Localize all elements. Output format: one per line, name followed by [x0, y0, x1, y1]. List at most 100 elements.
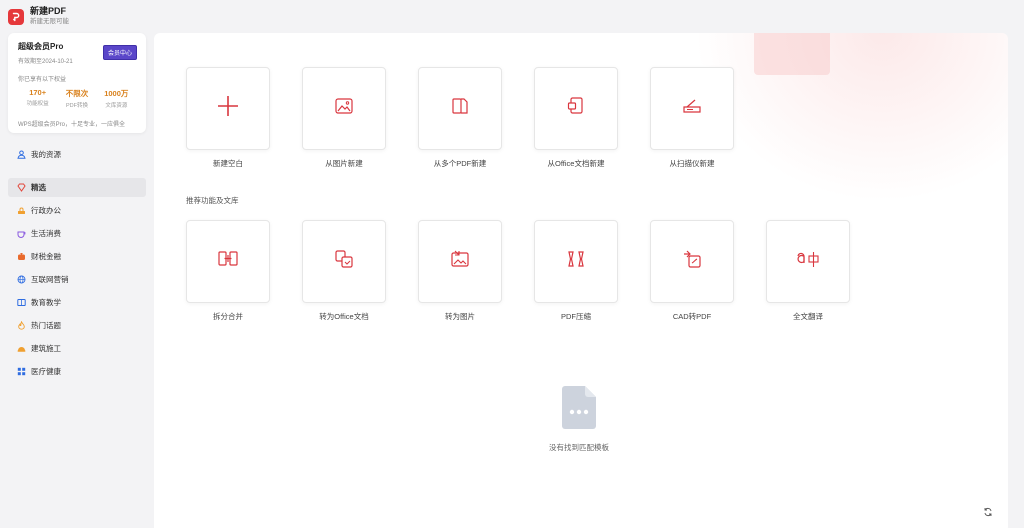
- tile-from-office[interactable]: 从Office文档新建: [534, 67, 618, 169]
- tile-button[interactable]: [534, 220, 618, 303]
- feature-tiles: 拆分合并 转为Office文档 转为图片 PDF压缩 CAD转PDF 全文翻译: [186, 220, 882, 322]
- tile-button[interactable]: [302, 220, 386, 303]
- multi-pdf-icon: [450, 96, 470, 121]
- tile-label: CAD转PDF: [672, 312, 712, 321]
- tile-button[interactable]: [650, 220, 734, 303]
- helmet-icon: [17, 344, 26, 353]
- refresh-icon: [983, 504, 993, 522]
- tile-to-office[interactable]: 转为Office文档: [302, 220, 386, 322]
- app-logo: [8, 9, 24, 25]
- split-merge-icon: [217, 249, 239, 274]
- app-title: 新建PDF: [30, 6, 67, 16]
- member-stats: 170+ 功能权益 不限次 PDF转换 1000万 文库资源: [18, 88, 136, 109]
- empty-state-text: 没有找到匹配模板: [549, 443, 609, 452]
- tile-button[interactable]: [302, 67, 386, 150]
- main-panel: 新建空白 从图片新建 从多个PDF新建 从Office文档新建 从扫描仪新建 推…: [154, 33, 1008, 528]
- stamp-icon: [17, 206, 26, 215]
- compress-icon: [566, 249, 586, 274]
- sidebar-item-label: 教育教学: [31, 298, 61, 307]
- sidebar-item-featured[interactable]: 精选: [8, 178, 146, 197]
- office-doc-icon: [566, 96, 586, 121]
- sidebar-item-label: 财税金融: [31, 252, 61, 261]
- sidebar-item-label: 生活消费: [31, 229, 61, 238]
- tile-label: 从Office文档新建: [547, 159, 605, 168]
- tile-label: PDF压缩: [561, 312, 591, 321]
- tile-button[interactable]: [766, 220, 850, 303]
- cup-icon: [17, 229, 26, 238]
- sidebar-item-construction[interactable]: 建筑施工: [8, 339, 146, 358]
- member-footer: WPS超级会员Pro，十足专业，一应俱全: [18, 122, 126, 128]
- sidebar-item-life[interactable]: 生活消费: [8, 224, 146, 243]
- fire-icon: [17, 321, 26, 330]
- user-icon: [17, 150, 26, 159]
- tile-cad-to-pdf[interactable]: CAD转PDF: [650, 220, 734, 322]
- sidebar-item-education[interactable]: 教育教学: [8, 293, 146, 312]
- tile-label: 新建空白: [213, 159, 243, 168]
- tile-to-image[interactable]: 转为图片: [418, 220, 502, 322]
- stat-features: 170+ 功能权益: [18, 88, 57, 109]
- sidebar-item-label: 行政办公: [31, 206, 61, 215]
- stat-value: 170+: [29, 88, 47, 97]
- grid-icon: [17, 367, 26, 376]
- globe-icon: [17, 275, 26, 284]
- sidebar-item-label: 建筑施工: [31, 344, 61, 353]
- tile-from-image[interactable]: 从图片新建: [302, 67, 386, 169]
- sidebar-item-my-resources[interactable]: 我的资源: [8, 145, 146, 164]
- tile-label: 拆分合并: [213, 312, 243, 321]
- scanner-icon: [681, 96, 703, 121]
- stat-value: 不限次: [65, 89, 89, 98]
- stat-label: 文库资源: [105, 103, 128, 109]
- create-tiles: 新建空白 从图片新建 从多个PDF新建 从Office文档新建 从扫描仪新建: [186, 67, 766, 169]
- tile-label: 全文翻译: [793, 312, 823, 321]
- tile-from-scanner[interactable]: 从扫描仪新建: [650, 67, 734, 169]
- tile-button[interactable]: [418, 220, 502, 303]
- convert-image-icon: [450, 249, 470, 274]
- sidebar-item-office[interactable]: 行政办公: [8, 201, 146, 220]
- sidebar-item-medical[interactable]: 医疗健康: [8, 362, 146, 381]
- empty-state: 没有找到匹配模板: [514, 385, 644, 453]
- empty-file-icon: [560, 385, 598, 434]
- tile-label: 转为Office文档: [319, 312, 369, 321]
- book-icon: [17, 298, 26, 307]
- stat-label: 功能权益: [26, 101, 49, 107]
- refresh-button[interactable]: [982, 507, 994, 519]
- sidebar-item-label: 互联网营销: [31, 275, 69, 284]
- tile-label: 从图片新建: [325, 159, 363, 168]
- stat-label: PDF转换: [65, 103, 88, 109]
- tile-label: 从多个PDF新建: [433, 159, 487, 168]
- tile-translate[interactable]: 全文翻译: [766, 220, 850, 322]
- tile-from-multi-pdf[interactable]: 从多个PDF新建: [418, 67, 502, 169]
- cad-icon: [682, 249, 702, 274]
- image-icon: [334, 96, 354, 121]
- tile-split-merge[interactable]: 拆分合并: [186, 220, 270, 322]
- convert-office-icon: [334, 249, 354, 274]
- member-card: 超级会员Pro 有效期至2024-10-21 会员中心 你已享有以下权益 170…: [8, 33, 146, 133]
- app-subtitle: 新建无限可能: [30, 18, 69, 25]
- sidebar-item-label: 热门话题: [31, 321, 61, 330]
- stat-library: 1000万 文库资源: [97, 88, 136, 109]
- tile-button[interactable]: [650, 67, 734, 150]
- section-title: 推荐功能及文库: [186, 196, 239, 205]
- tile-button[interactable]: [186, 67, 270, 150]
- translate-icon: [795, 249, 821, 274]
- sidebar: 我的资源 精选 行政办公 生活消费 财税金融 互联网营销 教育教学 热门话题 建…: [8, 145, 146, 385]
- tile-label: 转为图片: [445, 312, 475, 321]
- tile-pdf-compress[interactable]: PDF压缩: [534, 220, 618, 322]
- money-icon: [17, 252, 26, 261]
- tile-button[interactable]: [418, 67, 502, 150]
- sidebar-item-hot-topics[interactable]: 热门话题: [8, 316, 146, 335]
- sidebar-item-finance[interactable]: 财税金融: [8, 247, 146, 266]
- sidebar-item-label: 医疗健康: [31, 367, 61, 376]
- sidebar-item-label: 精选: [31, 183, 46, 192]
- sidebar-item-label: 我的资源: [31, 150, 61, 159]
- stat-value: 1000万: [104, 89, 129, 98]
- member-intro: 你已享有以下权益: [18, 77, 67, 83]
- tile-button[interactable]: [534, 67, 618, 150]
- tile-label: 从扫描仪新建: [669, 159, 715, 168]
- tile-button[interactable]: [186, 220, 270, 303]
- sidebar-item-marketing[interactable]: 互联网营销: [8, 270, 146, 289]
- member-center-button[interactable]: 会员中心: [102, 45, 137, 60]
- stat-pdf-convert: 不限次 PDF转换: [57, 88, 96, 109]
- gem-icon: [17, 183, 26, 192]
- tile-new-blank[interactable]: 新建空白: [186, 67, 270, 169]
